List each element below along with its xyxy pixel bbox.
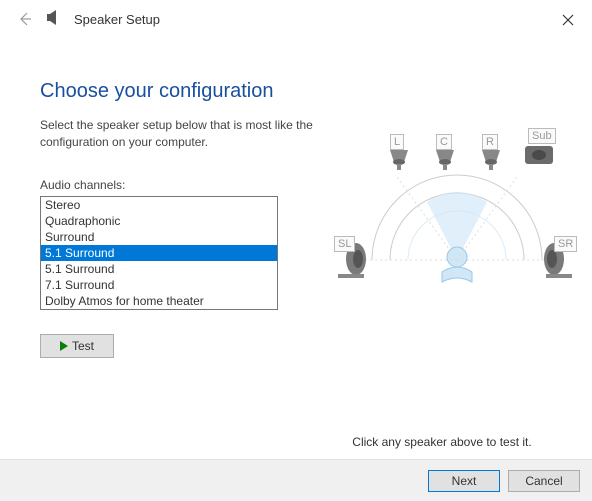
- close-button[interactable]: [556, 8, 580, 32]
- back-button[interactable]: [14, 8, 36, 30]
- speaker-icon: [46, 10, 66, 29]
- channel-option[interactable]: Stereo: [41, 197, 277, 213]
- right-column: L C R: [330, 58, 552, 358]
- speaker-diagram: L C R: [342, 122, 572, 332]
- speaker-side-right[interactable]: SR: [542, 238, 574, 283]
- speaker-label-R: R: [482, 134, 498, 150]
- speaker-label-Sub: Sub: [528, 128, 556, 144]
- description: Select the speaker setup below that is m…: [40, 117, 330, 152]
- next-button[interactable]: Next: [428, 470, 500, 492]
- channel-option[interactable]: 5.1 Surround: [41, 245, 277, 261]
- titlebar: Speaker Setup: [0, 0, 592, 38]
- channels-label: Audio channels:: [40, 178, 330, 192]
- test-button-label: Test: [72, 339, 94, 353]
- back-arrow-icon: [17, 11, 33, 27]
- speaker-top-icon: [386, 148, 412, 174]
- subwoofer-icon: [522, 140, 556, 168]
- speaker-label-L: L: [390, 134, 404, 150]
- speaker-label-SL: SL: [334, 236, 355, 252]
- channel-option[interactable]: Surround: [41, 229, 277, 245]
- page-heading: Choose your configuration: [40, 80, 330, 103]
- channel-option[interactable]: 5.1 Surround: [41, 261, 277, 277]
- hint-text: Click any speaker above to test it.: [332, 435, 552, 449]
- speaker-center[interactable]: C: [432, 148, 458, 177]
- play-icon: [60, 341, 68, 351]
- speaker-top-icon: [478, 148, 504, 174]
- speaker-label-SR: SR: [554, 236, 577, 252]
- channel-option[interactable]: 7.1 Surround: [41, 277, 277, 293]
- close-icon: [562, 14, 574, 26]
- content-area: Choose your configuration Select the spe…: [0, 38, 592, 358]
- speaker-front-left[interactable]: L: [386, 148, 412, 177]
- speaker-front-right[interactable]: R: [478, 148, 504, 177]
- speaker-subwoofer[interactable]: Sub: [522, 140, 556, 171]
- channel-option[interactable]: Quadraphonic: [41, 213, 277, 229]
- channel-option[interactable]: Dolby Atmos for home theater: [41, 293, 277, 309]
- speaker-label-C: C: [436, 134, 452, 150]
- footer: Next Cancel: [0, 459, 592, 501]
- audio-channels-listbox[interactable]: StereoQuadraphonicSurround5.1 Surround5.…: [40, 196, 278, 310]
- window-title: Speaker Setup: [74, 12, 160, 27]
- speaker-side-left[interactable]: SL: [336, 238, 368, 283]
- speaker-top-icon: [432, 148, 458, 174]
- cancel-button[interactable]: Cancel: [508, 470, 580, 492]
- left-column: Choose your configuration Select the spe…: [40, 58, 330, 358]
- test-button[interactable]: Test: [40, 334, 114, 358]
